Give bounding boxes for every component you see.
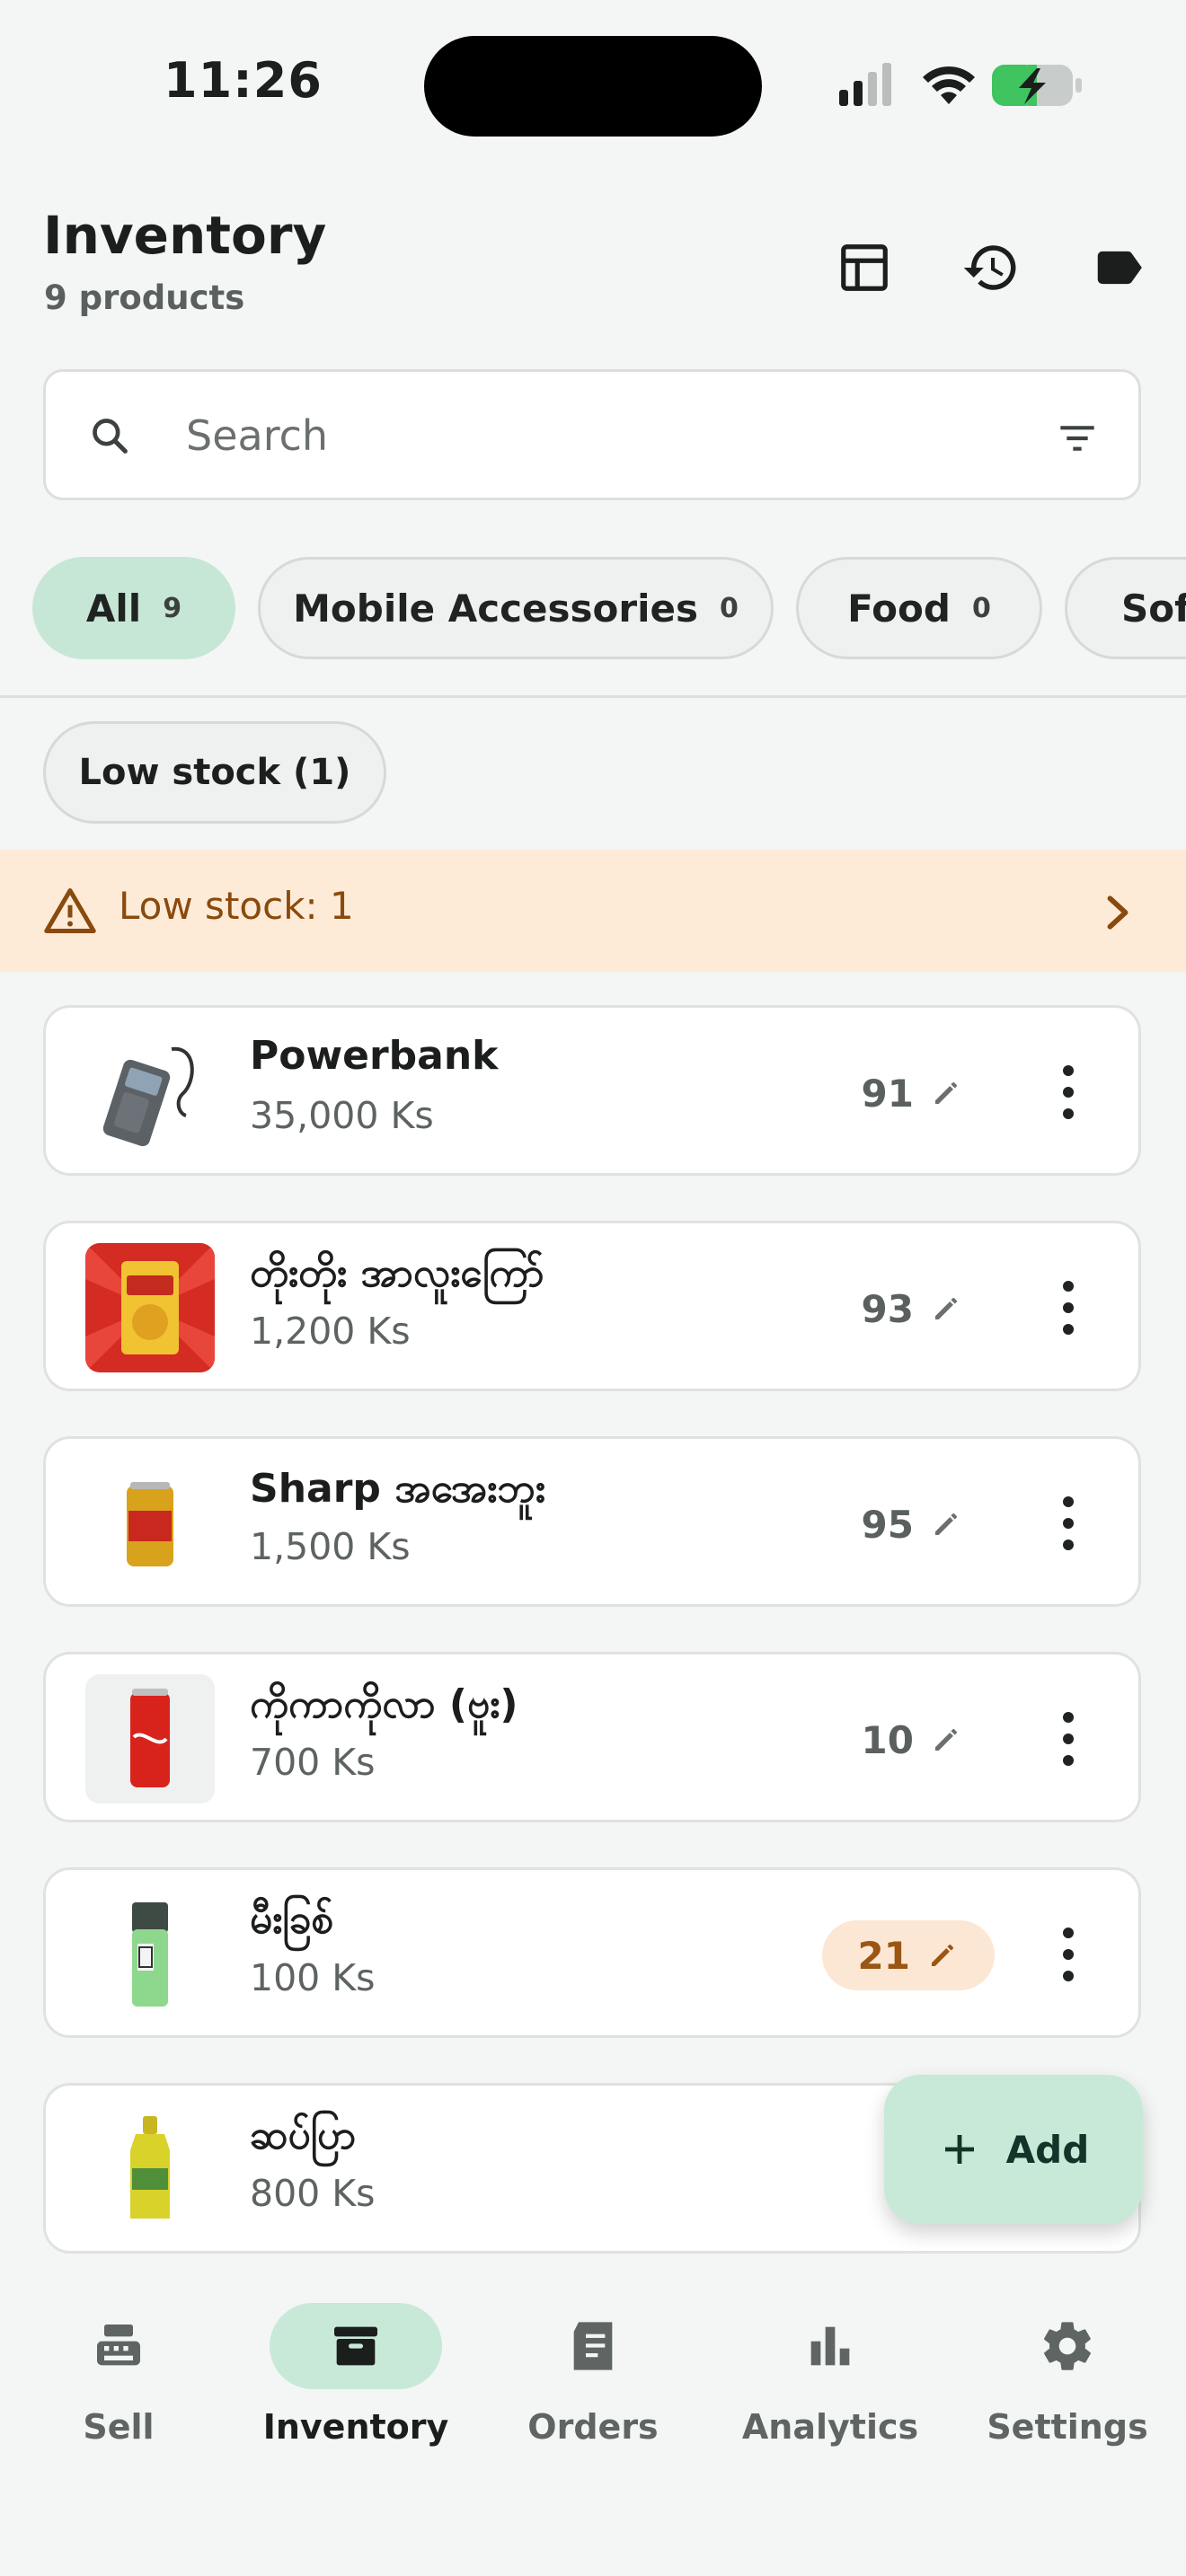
chip-count: 9 [163, 592, 182, 624]
chip-label: All [85, 586, 142, 631]
chip-label: Food [847, 586, 951, 631]
search-icon [93, 419, 128, 454]
archive-icon [334, 2326, 377, 2366]
chip-mobile-accessories[interactable]: Mobile Accessories 0 [258, 557, 774, 659]
chip-label: Mobile Accessories [293, 586, 698, 631]
nav-label: Settings [987, 2407, 1148, 2447]
divider [0, 695, 1186, 698]
product-image-lighter [85, 1890, 215, 2019]
stock-edit-button[interactable]: 95 [862, 1489, 962, 1559]
more-options-button[interactable] [1050, 1060, 1086, 1125]
banner-text: Low stock: 1 [119, 884, 354, 928]
product-card[interactable]: တိုးတိုး အာလူးကြော် 1,200 Ks 93 [43, 1221, 1141, 1391]
dynamic-island [424, 36, 762, 137]
product-price: 800 Ks [250, 2172, 376, 2215]
warning-icon [44, 888, 96, 933]
bar-chart-icon [810, 2326, 850, 2366]
nav-label: Sell [83, 2407, 155, 2447]
pencil-icon [932, 1945, 953, 1966]
add-button-label: Add [1005, 2127, 1090, 2172]
low-stock-banner[interactable]: Low stock: 1 [0, 850, 1186, 972]
product-name: ဆပ်ပြာ [250, 2113, 357, 2158]
chip-food[interactable]: Food 0 [796, 557, 1042, 659]
low-stock-filter-chip[interactable]: Low stock (1) [43, 721, 386, 824]
table-view-button[interactable] [824, 227, 905, 308]
stock-edit-button[interactable]: 91 [862, 1058, 962, 1128]
tags-button[interactable] [1078, 227, 1159, 308]
bottom-navigation: Sell Inventory Orders Analytics Settings [0, 2271, 1186, 2576]
nav-inventory[interactable]: Inventory [241, 2303, 456, 2447]
history-button[interactable] [951, 227, 1031, 308]
product-count: 9 products [44, 278, 245, 317]
add-product-button[interactable]: Add [884, 2075, 1143, 2224]
wifi-icon [923, 66, 975, 104]
pencil-icon [935, 1729, 957, 1751]
more-options-button[interactable] [1050, 1491, 1086, 1556]
pencil-icon [935, 1298, 957, 1319]
product-card[interactable]: Powerbank 35,000 Ks 91 [43, 1005, 1141, 1176]
chip-count: 0 [719, 592, 739, 624]
product-image-powerbank [85, 1028, 215, 1157]
product-price: 700 Ks [250, 1741, 376, 1784]
product-name: မီးခြစ် [250, 1897, 334, 1943]
stock-count: 10 [861, 1717, 914, 1762]
nav-sell[interactable]: Sell [4, 2303, 219, 2447]
nav-analytics[interactable]: Analytics [715, 2303, 931, 2447]
product-price: 1,200 Ks [250, 1310, 411, 1353]
table-icon [841, 244, 888, 291]
signal-icon [839, 63, 891, 106]
plus-icon [944, 2135, 974, 2164]
nav-orders[interactable]: Orders [478, 2303, 694, 2447]
product-name: Powerbank [250, 1033, 499, 1079]
product-card[interactable]: မီးခြစ် 100 Ks 21 [43, 1867, 1141, 2038]
product-card[interactable]: Sharp အအေးဘူး 1,500 Ks 95 [43, 1436, 1141, 1607]
chip-count: 0 [971, 592, 991, 624]
history-icon [963, 245, 1016, 290]
stock-count: 93 [861, 1286, 914, 1331]
label-icon [1097, 251, 1142, 285]
chevron-right-icon [1107, 895, 1128, 930]
product-price: 1,500 Ks [250, 1525, 411, 1568]
stock-edit-button-low[interactable]: 21 [821, 1920, 995, 1990]
search-bar[interactable] [43, 369, 1141, 500]
chip-soft[interactable]: Soft [1065, 557, 1186, 659]
nav-label: Inventory [262, 2407, 449, 2447]
stock-edit-button[interactable]: 10 [862, 1705, 962, 1775]
gear-icon [1044, 2322, 1091, 2370]
product-price: 100 Ks [250, 1956, 376, 1999]
product-price: 35,000 Ks [250, 1094, 434, 1137]
more-options-button[interactable] [1050, 1275, 1086, 1340]
more-options-button[interactable] [1050, 1922, 1086, 1987]
product-image-coca-cola [85, 1674, 215, 1804]
stock-count: 91 [861, 1071, 914, 1116]
search-input[interactable] [184, 399, 996, 472]
status-time: 11:26 [164, 52, 323, 109]
stock-count: 95 [861, 1502, 914, 1547]
chip-label: Soft [1121, 586, 1186, 631]
chip-all[interactable]: All 9 [32, 557, 235, 659]
stock-count: 21 [857, 1933, 910, 1978]
product-card[interactable]: ကိုကာကိုလာ (ဗူး) 700 Ks 10 [43, 1652, 1141, 1822]
nav-label: Orders [527, 2407, 659, 2447]
category-chips: All 9 Mobile Accessories 0 Food 0 Soft [0, 557, 1186, 659]
page-title: Inventory [43, 205, 327, 266]
receipt-icon [573, 2322, 613, 2370]
product-name: တိုးတိုး အာလူးကြော် [250, 1250, 544, 1296]
nav-label: Analytics [741, 2407, 919, 2447]
product-image-soap [85, 2105, 215, 2235]
more-options-button[interactable] [1050, 1707, 1086, 1771]
product-name: ကိုကာကိုလာ (ဗူး) [250, 1681, 518, 1727]
product-image-sharp-can [85, 1459, 215, 1588]
product-image-snack [85, 1243, 215, 1372]
nav-settings[interactable]: Settings [952, 2303, 1168, 2447]
product-name: Sharp အအေးဘူး [250, 1466, 545, 1512]
battery-icon [992, 65, 1082, 106]
pencil-icon [935, 1082, 957, 1104]
pencil-icon [935, 1513, 957, 1535]
filter-icon[interactable] [1052, 413, 1102, 463]
stock-edit-button[interactable]: 93 [862, 1274, 962, 1344]
status-icons [839, 63, 1082, 106]
register-icon [97, 2325, 140, 2366]
